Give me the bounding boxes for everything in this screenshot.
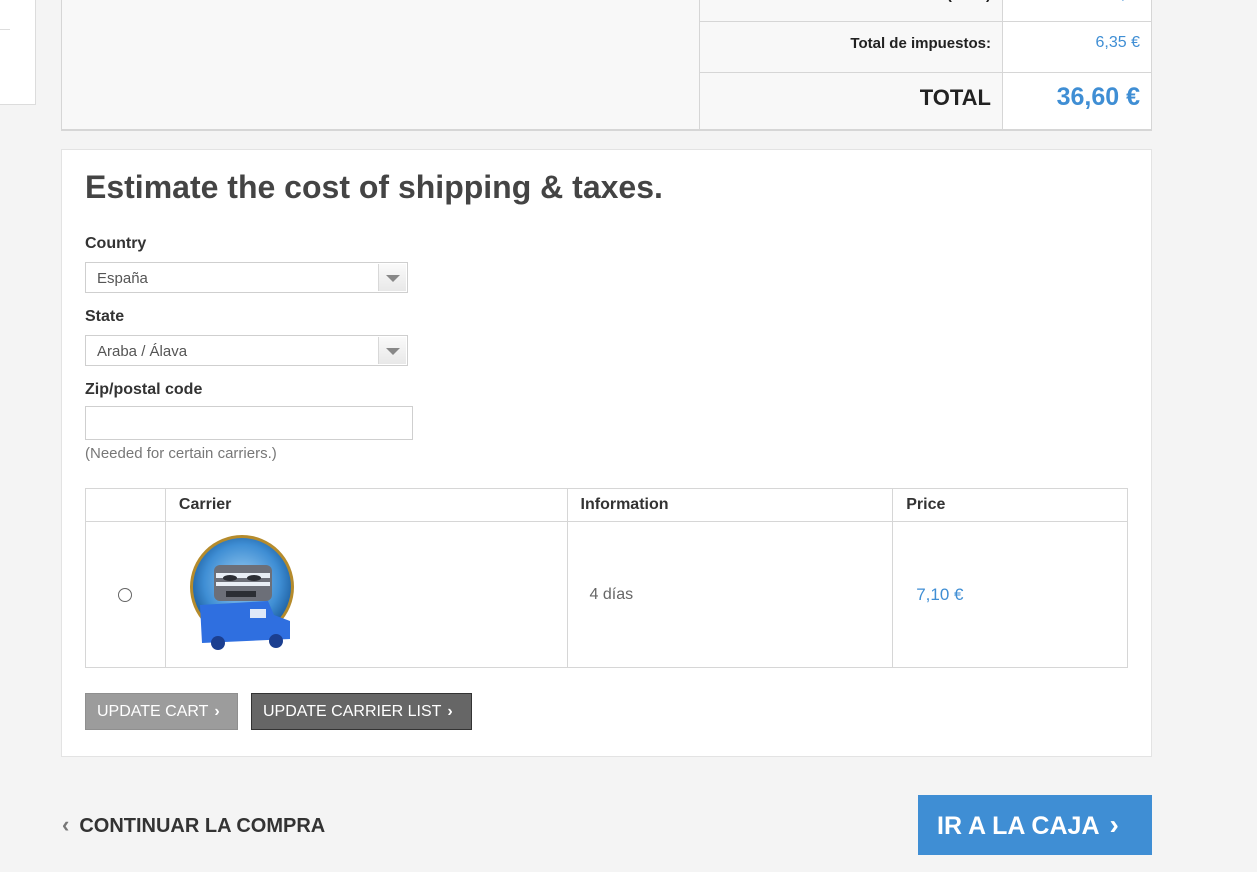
- state-label: State: [85, 308, 125, 325]
- divider: [0, 29, 10, 30]
- checkout-label: IR A LA CAJA: [937, 812, 1100, 840]
- country-label: Country: [85, 235, 147, 252]
- divider: [699, 72, 1151, 73]
- carrier-information: 4 días: [566, 521, 894, 668]
- carrier-radio[interactable]: [118, 587, 133, 602]
- chevron-right-icon: ›: [1109, 809, 1119, 840]
- delivery-van-logo: [189, 534, 294, 650]
- update-carrier-list-button[interactable]: UPDATE CARRIER LIST ›: [251, 693, 472, 730]
- chevron-down-icon: [378, 337, 406, 364]
- carrier-table: Carrier Information Price 4 días 7,10 €: [85, 488, 1128, 668]
- column-header-price: Price: [892, 488, 1128, 522]
- grand-total-value: 36,60 €: [1056, 83, 1140, 111]
- state-select[interactable]: Araba / Álava: [85, 335, 408, 366]
- table-header-row: Carrier Information Price: [85, 488, 1128, 522]
- table-row[interactable]: 4 días 7,10 €: [85, 521, 1128, 668]
- continue-shopping-link[interactable]: ‹ CONTINUAR LA COMPRA: [62, 812, 325, 838]
- chevron-left-icon: ‹: [62, 812, 70, 837]
- cart-totals: (… …) …,… Total de impuestos: 6,35 € TOT…: [61, 0, 1152, 131]
- zip-hint: (Needed for certain carriers.): [85, 445, 277, 462]
- cut-row-value: …,…: [1002, 0, 1140, 3]
- cart-page: (… …) …,… Total de impuestos: 6,35 € TOT…: [0, 0, 1257, 872]
- update-cart-label: UPDATE CART: [97, 703, 209, 720]
- column-header-information: Information: [566, 488, 894, 522]
- continue-label: CONTINUAR LA COMPRA: [79, 815, 326, 837]
- column-header-select: [85, 488, 166, 522]
- tax-total-label: Total de impuestos:: [850, 35, 991, 52]
- zip-label: Zip/postal code: [85, 381, 203, 398]
- checkout-button[interactable]: IR A LA CAJA ›: [918, 795, 1152, 855]
- country-select-value: España: [97, 270, 148, 287]
- tax-total-value: 6,35 €: [1095, 34, 1140, 51]
- grand-total-label: TOTAL: [919, 85, 991, 110]
- country-select[interactable]: España: [85, 262, 408, 293]
- carrier-price: 7,10 €: [892, 521, 1128, 668]
- shipping-estimate-panel: Estimate the cost of shipping & taxes. C…: [61, 149, 1152, 757]
- update-cart-button[interactable]: UPDATE CART ›: [85, 693, 238, 730]
- column-header-carrier: Carrier: [164, 488, 568, 522]
- estimate-title: Estimate the cost of shipping & taxes.: [85, 169, 663, 205]
- state-select-value: Araba / Álava: [97, 343, 188, 360]
- zip-input[interactable]: [85, 406, 413, 440]
- chevron-down-icon: [378, 264, 406, 291]
- chevron-right-icon: ›: [214, 703, 220, 720]
- divider: [699, 21, 1151, 22]
- chevron-right-icon: ›: [447, 703, 453, 720]
- update-carrier-label: UPDATE CARRIER LIST: [263, 703, 442, 720]
- left-sidebar-fragment: [0, 0, 36, 105]
- cut-row-label: (… …): [699, 0, 991, 3]
